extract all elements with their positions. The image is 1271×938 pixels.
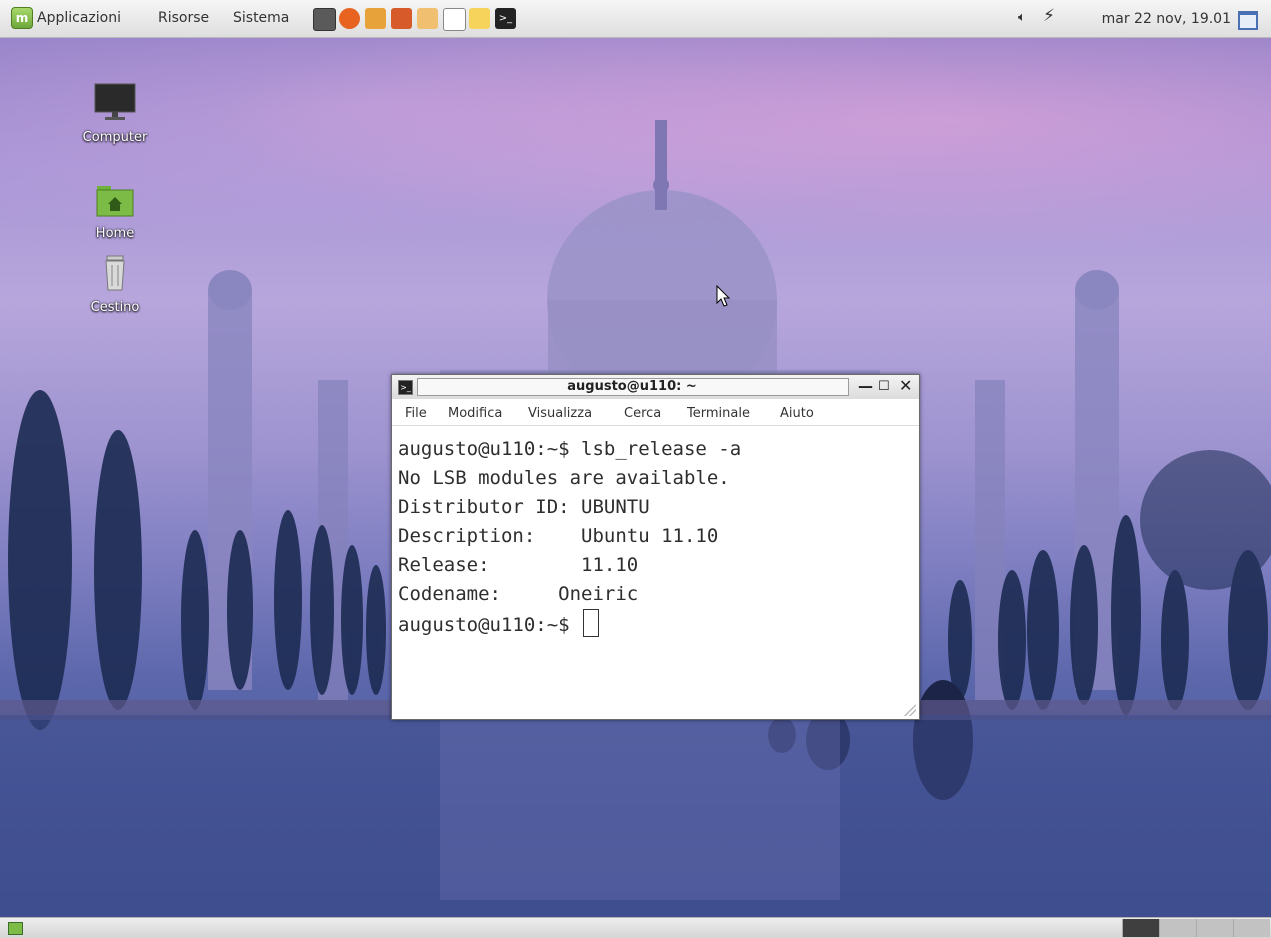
- text-editor-launcher-icon[interactable]: [469, 8, 490, 29]
- terminal-line: augusto@u110:~$ lsb_release -a: [398, 438, 742, 460]
- bottom-panel: [0, 917, 1271, 938]
- workspace-1[interactable]: [1122, 919, 1159, 937]
- menu-visualizza[interactable]: Visualizza: [528, 406, 592, 421]
- close-icon[interactable]: ✕: [899, 376, 912, 395]
- volume-icon[interactable]: 🔈︎: [1018, 10, 1026, 25]
- mouse-pointer-icon: [716, 285, 731, 307]
- menu-risorse[interactable]: Risorse: [158, 10, 209, 26]
- thunderbird-launcher-icon[interactable]: [391, 8, 412, 29]
- terminal-window[interactable]: >_ augusto@u110: ~ — ☐ ✕ File Modifica V…: [391, 374, 920, 720]
- minimize-icon[interactable]: —: [858, 377, 873, 395]
- firefox-launcher-icon[interactable]: [339, 8, 360, 29]
- terminal-line: Description: Ubuntu 11.10: [398, 525, 719, 547]
- desktop-icon-label: Home: [95, 226, 135, 241]
- clock[interactable]: mar 22 nov, 19.01: [1102, 11, 1231, 27]
- document-launcher-icon[interactable]: [443, 8, 466, 31]
- menu-modifica[interactable]: Modifica: [448, 406, 502, 421]
- terminal-menubar: File Modifica Visualizza Cerca Terminale…: [392, 403, 919, 426]
- terminal-line: Distributor ID: UBUNTU: [398, 496, 650, 518]
- vlc-launcher-icon[interactable]: [365, 8, 386, 29]
- menu-terminale[interactable]: Terminale: [687, 406, 750, 421]
- mint-menu-icon[interactable]: m: [11, 7, 33, 29]
- menu-applicazioni[interactable]: Applicazioni: [37, 10, 121, 26]
- show-desktop-icon[interactable]: [1238, 11, 1258, 30]
- menu-aiuto[interactable]: Aiuto: [780, 406, 814, 421]
- terminal-titlebar[interactable]: >_ augusto@u110: ~ — ☐ ✕: [392, 375, 919, 399]
- network-icon[interactable]: ⚡︎: [1043, 6, 1055, 26]
- screenshot-launcher-icon[interactable]: [313, 8, 336, 31]
- menu-sistema[interactable]: Sistema: [233, 10, 289, 26]
- desktop-icon-label: Cestino: [90, 300, 140, 315]
- media-launcher-icon[interactable]: [417, 8, 438, 29]
- resize-grip[interactable]: [904, 704, 916, 716]
- workspace-4[interactable]: [1233, 919, 1270, 937]
- terminal-prompt: augusto@u110:~$: [398, 614, 582, 636]
- terminal-line: Release: 11.10: [398, 554, 639, 576]
- home-folder-icon: [96, 186, 134, 217]
- menu-file[interactable]: File: [405, 406, 427, 421]
- desktop-icon-cestino[interactable]: Cestino: [70, 252, 160, 315]
- monitor-icon: [94, 83, 136, 120]
- desktop-icon-computer[interactable]: Computer: [70, 82, 160, 145]
- terminal-line: Codename: Oneiric: [398, 583, 639, 605]
- workspace-2[interactable]: [1159, 919, 1196, 937]
- show-desktop-button-icon[interactable]: [8, 922, 23, 935]
- desktop-icon-home[interactable]: Home: [70, 182, 160, 241]
- terminal-output[interactable]: augusto@u110:~$ lsb_release -a No LSB mod…: [398, 435, 741, 640]
- terminal-prompt-line: augusto@u110:~$: [398, 609, 741, 640]
- top-panel: m Applicazioni Risorse Sistema >_ 🔈︎ ⚡︎ …: [0, 0, 1271, 38]
- window-title: augusto@u110: ~: [567, 379, 697, 394]
- terminal-line: No LSB modules are available.: [398, 467, 730, 489]
- desktop-icon-label: Computer: [82, 130, 148, 145]
- workspace-3[interactable]: [1196, 919, 1233, 937]
- text-cursor: [583, 609, 600, 637]
- trash-icon: [105, 255, 125, 291]
- maximize-icon[interactable]: ☐: [878, 379, 890, 394]
- terminal-launcher-icon[interactable]: >_: [495, 8, 516, 29]
- terminal-app-icon[interactable]: >_: [398, 380, 413, 395]
- menu-cerca[interactable]: Cerca: [624, 406, 661, 421]
